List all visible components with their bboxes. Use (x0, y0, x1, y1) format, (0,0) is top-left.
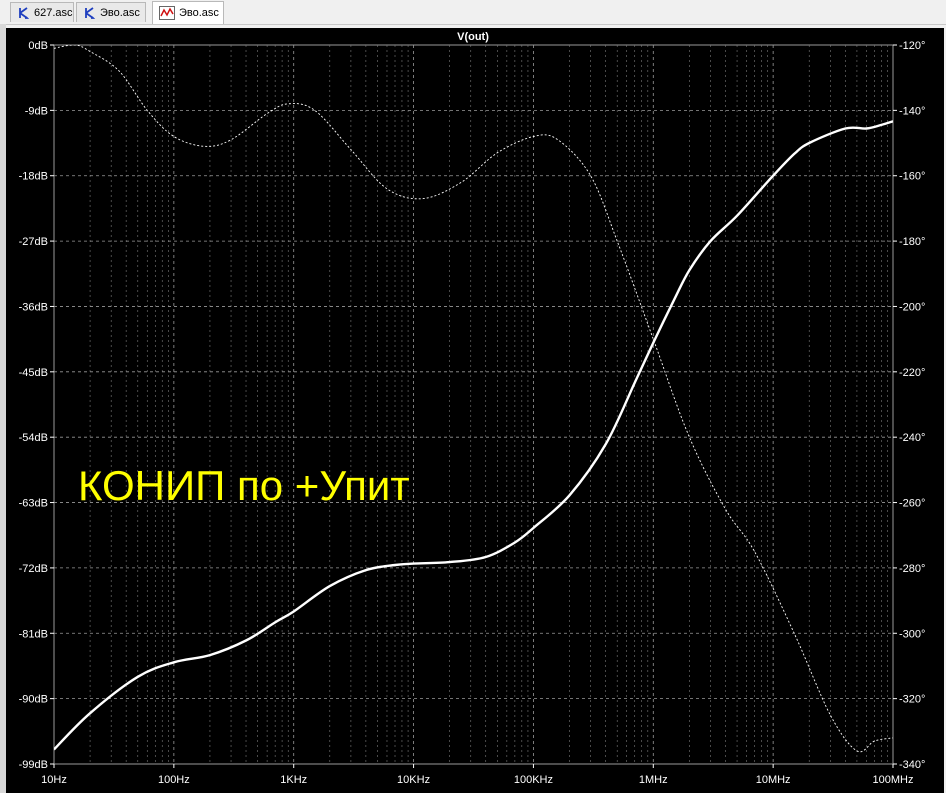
y-left-tick-label: -36dB (19, 301, 48, 313)
y-right-tick-label: -280° (899, 563, 925, 575)
y-right-tick-label: -300° (899, 628, 925, 640)
chart-annotation: КОНИП по +Упит (78, 462, 410, 509)
y-left-tick-label: -27dB (19, 236, 48, 248)
y-right-tick-label: -220° (899, 367, 925, 379)
y-axis-left-db: 0dB -9dB -18dB -27dB -36dB -45dB -54dB -63dB -72… (19, 40, 54, 771)
y-left-tick-label: -9dB (25, 105, 48, 117)
y-left-tick-label: -90dB (19, 694, 48, 706)
y-left-tick-label: -54dB (19, 432, 48, 444)
y-left-tick-label: -45dB (19, 367, 48, 379)
y-right-tick-label: -260° (899, 498, 925, 510)
x-tick-label: 10KHz (397, 774, 430, 786)
x-tick-label: 10MHz (756, 774, 791, 786)
chart-title[interactable]: V(out) (457, 31, 489, 43)
y-left-tick-label: -81dB (19, 628, 48, 640)
x-tick-label: 10Hz (41, 774, 67, 786)
plot-area[interactable] (53, 44, 894, 765)
x-tick-label: 1KHz (280, 774, 307, 786)
y-right-tick-label: -320° (899, 694, 925, 706)
y-right-tick-label: -120° (899, 40, 925, 52)
x-tick-label: 100MHz (873, 774, 914, 786)
y-left-tick-label: -18dB (19, 171, 48, 183)
x-tick-label: 100Hz (158, 774, 190, 786)
y-left-tick-label: -99dB (19, 759, 48, 771)
y-axis-right-phase: -120° -140° -160° -180° -200° -220° -240° -260°… (893, 40, 925, 771)
y-right-tick-label: -200° (899, 301, 925, 313)
bode-plot[interactable]: 0dB -9dB -18dB -27dB -36dB -45dB -54dB -63dB -72… (0, 0, 946, 793)
x-tick-label: 100KHz (514, 774, 553, 786)
y-left-tick-label: 0dB (28, 40, 48, 52)
y-right-tick-label: -160° (899, 171, 925, 183)
y-left-tick-label: -63dB (19, 498, 48, 510)
y-left-tick-label: -72dB (19, 563, 48, 575)
x-tick-label: 1MHz (639, 774, 668, 786)
y-right-tick-label: -340° (899, 759, 925, 771)
y-right-tick-label: -140° (899, 105, 925, 117)
x-axis-frequency: 10Hz 100Hz 1KHz 10KHz 100KHz 1MHz 10MHz 100MHz (41, 764, 913, 786)
y-right-tick-label: -240° (899, 432, 925, 444)
y-right-tick-label: -180° (899, 236, 925, 248)
